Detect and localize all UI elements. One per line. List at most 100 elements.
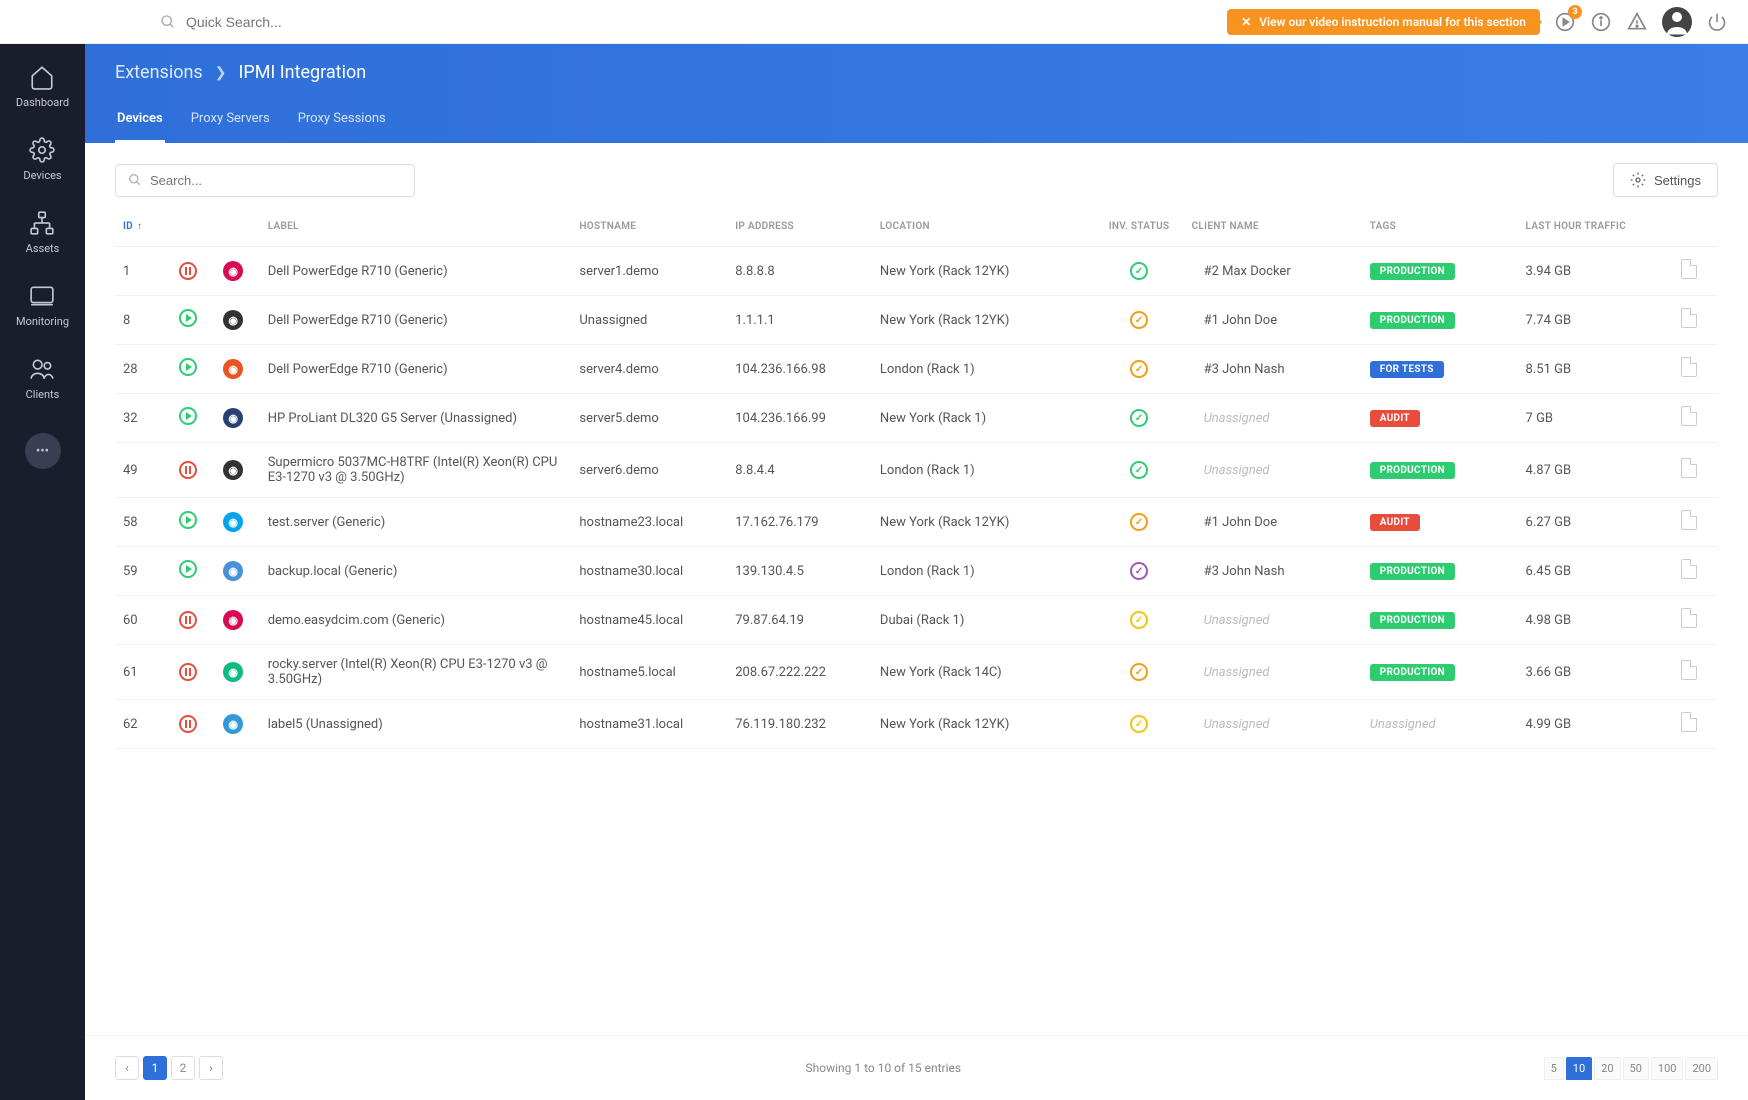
cell-label: rocky.server (Intel(R) Xeon(R) CPU E3-12… [260,645,572,700]
cell-label: Dell PowerEdge R710 (Generic) [260,345,572,394]
os-icon: ◉ [223,610,243,630]
video-banner[interactable]: ✕ View our video instruction manual for … [1227,9,1540,35]
table-row[interactable]: 59 ◉ backup.local (Generic) hostname30.l… [115,547,1718,596]
note-icon[interactable] [1681,559,1697,579]
note-icon[interactable] [1681,660,1697,680]
users-icon [29,356,55,382]
cell-label: demo.easydcim.com (Generic) [260,596,572,645]
page-size-10[interactable]: 10 [1566,1057,1592,1080]
sidebar-item-assets[interactable]: Assets [26,210,60,255]
note-icon[interactable] [1681,308,1697,328]
col-tags[interactable]: TAGS [1362,207,1518,247]
cell-location: Dubai (Rack 1) [872,596,1095,645]
page-size-20[interactable]: 20 [1594,1057,1620,1080]
page-sizes: 5102050100200 [1544,1057,1718,1080]
page-1[interactable]: 1 [143,1056,167,1080]
col-id[interactable]: ID↑ [115,207,171,247]
cell-ip: 79.87.64.19 [727,596,872,645]
cell-hostname: server4.demo [571,345,727,394]
col-inv-status[interactable]: INV. STATUS [1095,207,1184,247]
tag-badge: PRODUCTION [1370,312,1455,329]
col-actions [1673,207,1718,247]
page-size-100[interactable]: 100 [1651,1057,1684,1080]
sidebar-item-dashboard[interactable]: Dashboard [16,64,69,109]
alert-icon[interactable] [1626,11,1648,33]
breadcrumb-current: IPMI Integration [238,62,366,83]
info-icon[interactable] [1590,11,1612,33]
page-size-5[interactable]: 5 [1544,1057,1564,1080]
tag-badge: AUDIT [1370,514,1420,531]
pagination: ‹ 12 › [115,1056,223,1080]
cell-ip: 8.8.4.4 [727,443,872,498]
sidebar-more-button[interactable]: ••• [25,433,61,469]
avatar[interactable] [1662,7,1692,37]
table-row[interactable]: 28 ◉ Dell PowerEdge R710 (Generic) serve… [115,345,1718,394]
table-row[interactable]: 62 ◉ label5 (Unassigned) hostname31.loca… [115,700,1718,749]
tab-proxy-servers[interactable]: Proxy Servers [189,101,272,143]
table-footer: ‹ 12 › Showing 1 to 10 of 15 entries 510… [85,1035,1748,1100]
cell-ip: 104.236.166.99 [727,394,872,443]
col-hostname[interactable]: HOSTNAME [571,207,727,247]
cell-label: Dell PowerEdge R710 (Generic) [260,247,572,296]
page-size-50[interactable]: 50 [1623,1057,1649,1080]
cell-hostname: server6.demo [571,443,727,498]
power-icon[interactable] [1706,11,1728,33]
tab-devices[interactable]: Devices [115,101,165,143]
tag-badge: PRODUCTION [1370,263,1455,280]
note-icon[interactable] [1681,259,1697,279]
sidebar-item-clients[interactable]: Clients [26,356,60,401]
table-row[interactable]: 8 ◉ Dell PowerEdge R710 (Generic) Unassi… [115,296,1718,345]
cell-id: 49 [115,443,171,498]
page-next[interactable]: › [199,1056,223,1080]
cell-label: label5 (Unassigned) [260,700,572,749]
note-icon[interactable] [1681,357,1697,377]
table-row[interactable]: 49 ◉ Supermicro 5037MC-H8TRF (Intel(R) X… [115,443,1718,498]
table-row[interactable]: 61 ◉ rocky.server (Intel(R) Xeon(R) CPU … [115,645,1718,700]
pause-icon [179,715,197,733]
quick-search-input[interactable] [186,14,486,30]
table-row[interactable]: 32 ◉ HP ProLiant DL320 G5 Server (Unassi… [115,394,1718,443]
tab-proxy-sessions[interactable]: Proxy Sessions [296,101,388,143]
table-row[interactable]: 58 ◉ test.server (Generic) hostname23.lo… [115,498,1718,547]
quick-search[interactable] [160,14,1227,30]
video-banner-text: View our video instruction manual for th… [1259,15,1526,29]
os-icon: ◉ [223,512,243,532]
os-icon: ◉ [223,408,243,428]
note-icon[interactable] [1681,406,1697,426]
client-name: #3 John Nash [1204,564,1285,579]
col-client[interactable]: CLIENT NAME [1184,207,1362,247]
inv-status-icon: ✓ [1130,262,1148,280]
page-2[interactable]: 2 [171,1056,195,1080]
help-icon[interactable]: 3 [1554,11,1576,33]
note-icon[interactable] [1681,510,1697,530]
table-search[interactable] [115,164,415,197]
note-icon[interactable] [1681,608,1697,628]
settings-button[interactable]: Settings [1613,163,1718,197]
note-icon[interactable] [1681,458,1697,478]
cell-traffic: 7 GB [1518,394,1674,443]
cell-location: New York (Rack 1) [872,394,1095,443]
inv-status-icon: ✓ [1130,461,1148,479]
client-unassigned: Unassigned [1204,665,1270,680]
play-icon [179,511,197,529]
notification-badge: 3 [1568,5,1582,19]
col-state [171,207,216,247]
col-traffic[interactable]: LAST HOUR TRAFFIC [1518,207,1674,247]
sidebar-item-monitoring[interactable]: Monitoring [16,283,69,328]
col-ip[interactable]: IP ADDRESS [727,207,872,247]
close-icon[interactable]: ✕ [1241,15,1251,29]
table-row[interactable]: 60 ◉ demo.easydcim.com (Generic) hostnam… [115,596,1718,645]
table-search-input[interactable] [150,173,402,188]
cell-hostname: Unassigned [571,296,727,345]
client-name: #3 John Nash [1204,362,1285,377]
sidebar-item-devices[interactable]: Devices [23,137,61,182]
note-icon[interactable] [1681,712,1697,732]
table-row[interactable]: 1 ◉ Dell PowerEdge R710 (Generic) server… [115,247,1718,296]
page-prev[interactable]: ‹ [115,1056,139,1080]
col-label[interactable]: LABEL [260,207,572,247]
play-icon [179,358,197,376]
client-unassigned: Unassigned [1204,411,1270,426]
col-location[interactable]: LOCATION [872,207,1095,247]
breadcrumb-parent[interactable]: Extensions [115,62,203,83]
page-size-200[interactable]: 200 [1685,1057,1718,1080]
